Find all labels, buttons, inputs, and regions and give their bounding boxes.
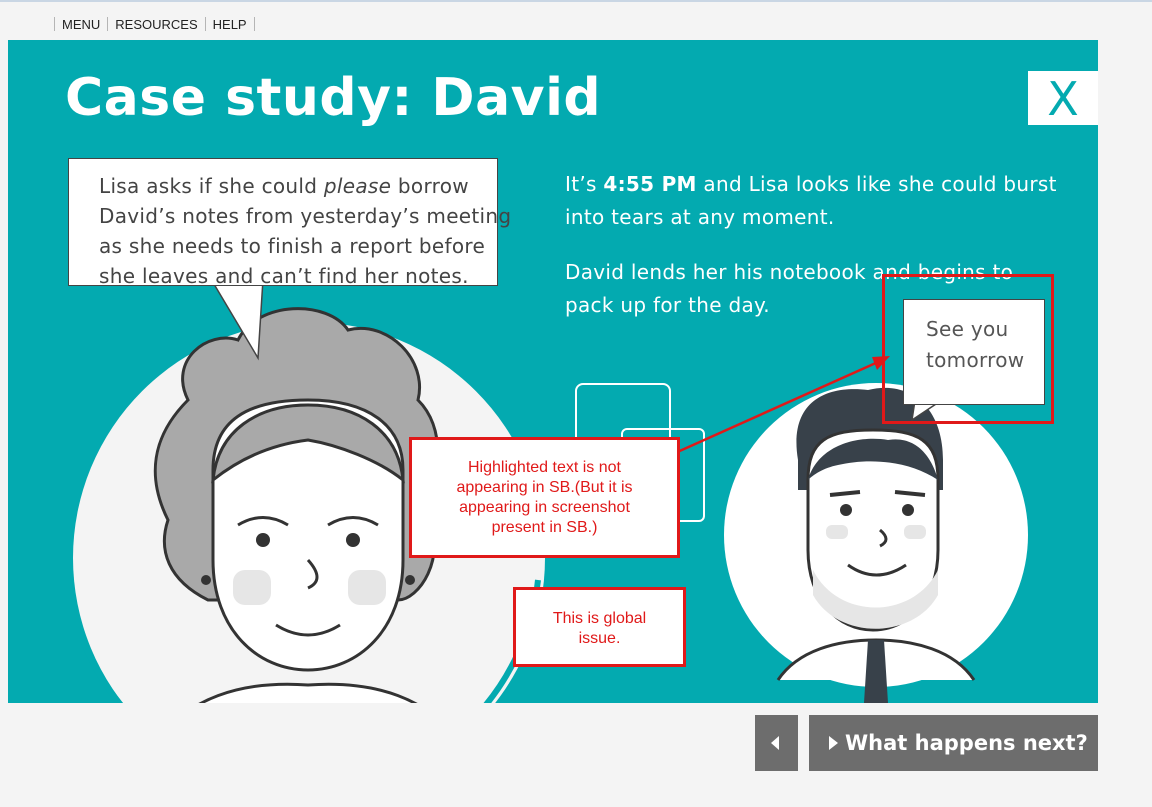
- story-text-line: into tears at any moment.: [565, 205, 835, 229]
- bubble-text: as she needs to finish a report before: [99, 234, 486, 258]
- next-button[interactable]: What happens next?: [809, 715, 1098, 771]
- note-line: This is global: [552, 610, 647, 627]
- menu-separator: [54, 17, 55, 31]
- resources-link[interactable]: RESOURCES: [115, 17, 197, 32]
- previous-button[interactable]: [755, 715, 798, 771]
- bubble-text: David’s notes from yesterday’s meeting: [99, 204, 512, 228]
- menu-separator: [107, 17, 109, 31]
- bubble-text: Lisa asks if she could: [99, 174, 324, 198]
- help-link[interactable]: HELP: [213, 17, 247, 32]
- lisa-speech-bubble: Lisa asks if she could please borrow Dav…: [68, 158, 512, 288]
- review-note-global-issue: This is global issue.: [513, 587, 686, 667]
- note-line: Highlighted text is not: [468, 459, 621, 476]
- menu-link[interactable]: MENU: [62, 17, 100, 32]
- window-top-border: [0, 0, 1152, 2]
- david-figure: [776, 387, 976, 703]
- emphasis-text: please: [323, 174, 392, 198]
- review-note-highlighted-text: Highlighted text is not appearing in SB.…: [409, 437, 680, 558]
- next-button-label: What happens next?: [845, 731, 1088, 755]
- top-menu-bar: MENU RESOURCES HELP: [47, 14, 262, 34]
- triangle-left-icon: [771, 736, 779, 750]
- triangle-right-icon: [829, 736, 838, 750]
- lisa-figure: [153, 307, 440, 672]
- story-text-line: and Lisa looks like she could burst: [696, 172, 1057, 196]
- highlight-box-annotation: [882, 274, 1054, 424]
- bubble-text: she leaves and can’t find her notes.: [99, 264, 469, 288]
- note-line: issue.: [578, 630, 621, 647]
- note-line: present in SB.): [491, 519, 598, 536]
- story-text-line: It’s: [565, 172, 604, 196]
- menu-separator: [204, 17, 206, 31]
- menu-separator: [253, 17, 255, 31]
- story-time: 4:55 PM: [603, 172, 697, 196]
- note-line: appearing in SB.(But it is: [456, 479, 633, 496]
- bubble-text: borrow: [391, 174, 469, 198]
- story-text-line: pack up for the day.: [565, 293, 770, 317]
- note-line: appearing in screenshot: [459, 499, 630, 516]
